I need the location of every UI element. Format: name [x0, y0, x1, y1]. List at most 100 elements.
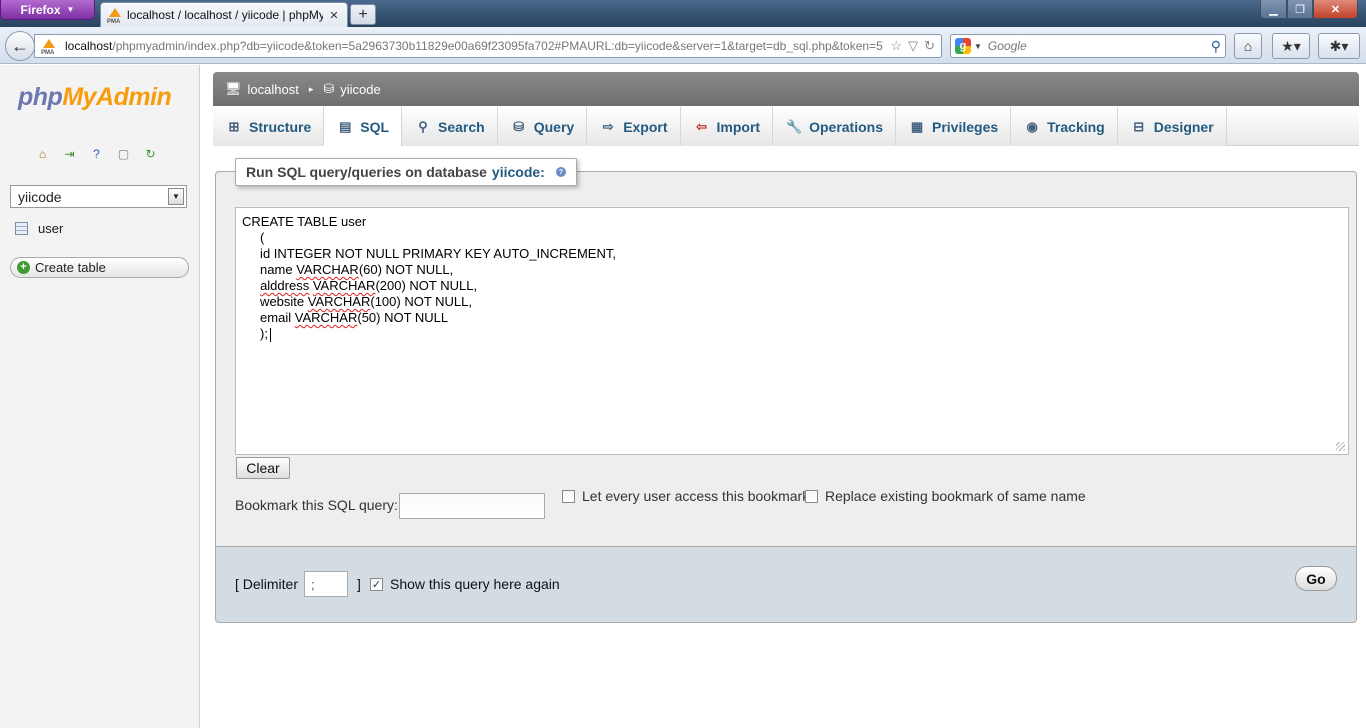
minimize-window-button[interactable]: ▁: [1260, 0, 1287, 19]
clear-button[interactable]: Clear: [236, 457, 290, 479]
help-icon[interactable]: ?: [555, 167, 566, 177]
reload-icon[interactable]: ↻: [142, 145, 159, 162]
breadcrumb-separator-icon: ▸: [308, 83, 314, 94]
search-placeholder: Google: [987, 39, 1027, 53]
query-line: website VARCHAR(100) NOT NULL,: [242, 294, 472, 309]
engine-dropdown-icon[interactable]: ▼: [974, 42, 982, 51]
tab-label: Query: [533, 118, 575, 135]
delimiter-close-label: ]: [357, 576, 361, 592]
tab-query[interactable]: ⛁ Query: [497, 107, 588, 146]
home-icon[interactable]: ⌂: [34, 145, 51, 162]
tab-search[interactable]: ⚲ Search: [402, 107, 498, 146]
bookmark-star-icon[interactable]: ☆: [890, 38, 902, 54]
help-icon[interactable]: ?: [88, 145, 105, 162]
home-button[interactable]: ⌂: [1234, 33, 1262, 59]
breadcrumb-database[interactable]: yiicode: [340, 82, 380, 97]
close-window-button[interactable]: ✕: [1313, 0, 1358, 19]
show-query-checkbox[interactable]: ✓: [370, 578, 383, 591]
designer-icon: ⊟: [1133, 118, 1145, 134]
tab-tracking[interactable]: ◉ Tracking: [1011, 107, 1118, 146]
query-line: name VARCHAR(60) NOT NULL,: [242, 262, 454, 277]
firefox-menu-button[interactable]: Firefox ▼: [0, 0, 95, 20]
tab-import[interactable]: ⇦ Import: [680, 107, 774, 146]
chevron-down-icon[interactable]: ▼: [168, 188, 184, 205]
tab-structure[interactable]: ⊞ Structure: [213, 107, 325, 146]
new-tab-button[interactable]: +: [350, 4, 376, 25]
import-icon: ⇦: [696, 118, 707, 134]
logo-myadmin: MyAdmin: [62, 83, 172, 111]
addon-button[interactable]: ✱▾: [1318, 33, 1360, 59]
browser-titlebar: Firefox ▼ PMA localhost / localhost / yi…: [0, 0, 1366, 27]
replace-bookmark-label[interactable]: Replace existing bookmark of same name: [825, 488, 1086, 504]
tab-label: Privileges: [932, 118, 999, 135]
go-button[interactable]: Go: [1295, 566, 1337, 591]
tab-label: Tracking: [1047, 118, 1105, 135]
sidebar-table-user[interactable]: user: [15, 221, 63, 236]
privileges-icon: ▦: [910, 118, 924, 134]
server-icon: 🖥: [225, 81, 242, 96]
table-name-link[interactable]: user: [38, 221, 63, 236]
let-every-user-label[interactable]: Let every user access this bookmark: [582, 488, 809, 504]
tab-privileges[interactable]: ▦ Privileges: [896, 107, 1012, 146]
reload-icon[interactable]: ↻: [924, 38, 935, 54]
sql-query-textarea[interactable]: CREATE TABLE user ( id INTEGER NOT NULL …: [235, 207, 1349, 455]
database-icon: ⛁: [323, 81, 335, 96]
bookmark-label: Bookmark this SQL query:: [235, 497, 398, 513]
bookmark-input[interactable]: [399, 493, 545, 519]
tab-label: Search: [438, 118, 485, 135]
table-icon[interactable]: [15, 222, 28, 235]
text-cursor: [270, 327, 271, 342]
back-arrow-icon: ←: [11, 35, 29, 56]
bookmarks-button[interactable]: ★▾: [1272, 33, 1310, 59]
logo-php: php: [18, 83, 63, 111]
search-icon[interactable]: ⚲: [1211, 38, 1221, 55]
phpmyadmin-logo[interactable]: phpMyAdmin: [18, 83, 172, 112]
database-select-value: yiicode: [18, 188, 62, 205]
sql-icon: ▤: [339, 118, 352, 134]
query-line: (: [242, 230, 265, 245]
legend-database-link[interactable]: yiicode:: [492, 164, 545, 180]
tab-sql[interactable]: ▤ SQL: [324, 107, 403, 147]
let-every-user-checkbox[interactable]: [562, 490, 575, 503]
addon-icon: ✱▾: [1329, 37, 1349, 54]
tab-label: Structure: [249, 118, 312, 135]
logout-icon[interactable]: ⇥: [61, 145, 78, 162]
show-query-label[interactable]: Show this query here again: [390, 576, 560, 592]
url-text: localhost/phpmyadmin/index.php?db=yiicod…: [65, 39, 884, 53]
structure-icon: ⊞: [228, 118, 240, 134]
home-icon: ⌂: [1243, 38, 1253, 54]
breadcrumb-server[interactable]: localhost: [248, 82, 299, 97]
query-line: );: [242, 326, 268, 341]
chevron-down-icon: ▼: [66, 5, 75, 14]
plus-icon: +: [17, 261, 30, 274]
docs-icon[interactable]: ▢: [115, 145, 132, 162]
create-table-button[interactable]: + Create table: [10, 257, 189, 278]
google-engine-icon[interactable]: g: [955, 38, 971, 54]
url-path: /phpmyadmin/index.php?db=yiicode&token=5…: [112, 39, 883, 53]
tab-label: Import: [716, 118, 761, 135]
tab-operations[interactable]: 🔧 Operations: [773, 107, 896, 146]
resize-handle-icon[interactable]: [1336, 442, 1345, 451]
tab-title: localhost / localhost / yiicode | phpMyA…: [127, 8, 323, 22]
browser-tab[interactable]: PMA localhost / localhost / yiicode | ph…: [100, 2, 348, 27]
query-icon: ⛁: [513, 118, 525, 134]
close-tab-icon[interactable]: ✕: [327, 8, 341, 22]
firefox-menu-label: Firefox: [20, 2, 61, 17]
main-tabs: ⊞ Structure ▤ SQL ⚲ Search ⛁ Query ⇨ Export ⇦…: [213, 107, 1359, 147]
breadcrumb: 🖥 localhost ▸ ⛁ yiicode: [213, 72, 1359, 106]
tab-label: Export: [623, 118, 668, 135]
nav-icons: ⌂ ⇥ ? ▢ ↻: [34, 145, 159, 162]
search-icon: ⚲: [418, 118, 428, 134]
tab-designer[interactable]: ⊟ Designer: [1117, 107, 1227, 146]
url-bar[interactable]: PMA localhost/phpmyadmin/index.php?db=yi…: [34, 34, 942, 58]
tab-export[interactable]: ⇨ Export: [587, 107, 681, 146]
history-dropdown-icon[interactable]: ▽: [908, 38, 918, 54]
search-bar[interactable]: g ▼ Google ⚲: [950, 34, 1226, 58]
delimiter-input[interactable]: ;: [304, 571, 348, 597]
back-button[interactable]: ←: [5, 31, 35, 61]
database-select[interactable]: yiicode ▼: [10, 185, 187, 208]
query-line: email VARCHAR(50) NOT NULL: [242, 310, 449, 325]
maximize-window-button[interactable]: ❐: [1287, 0, 1313, 19]
replace-bookmark-checkbox[interactable]: [805, 490, 818, 503]
eye-icon: ◉: [1026, 118, 1038, 134]
